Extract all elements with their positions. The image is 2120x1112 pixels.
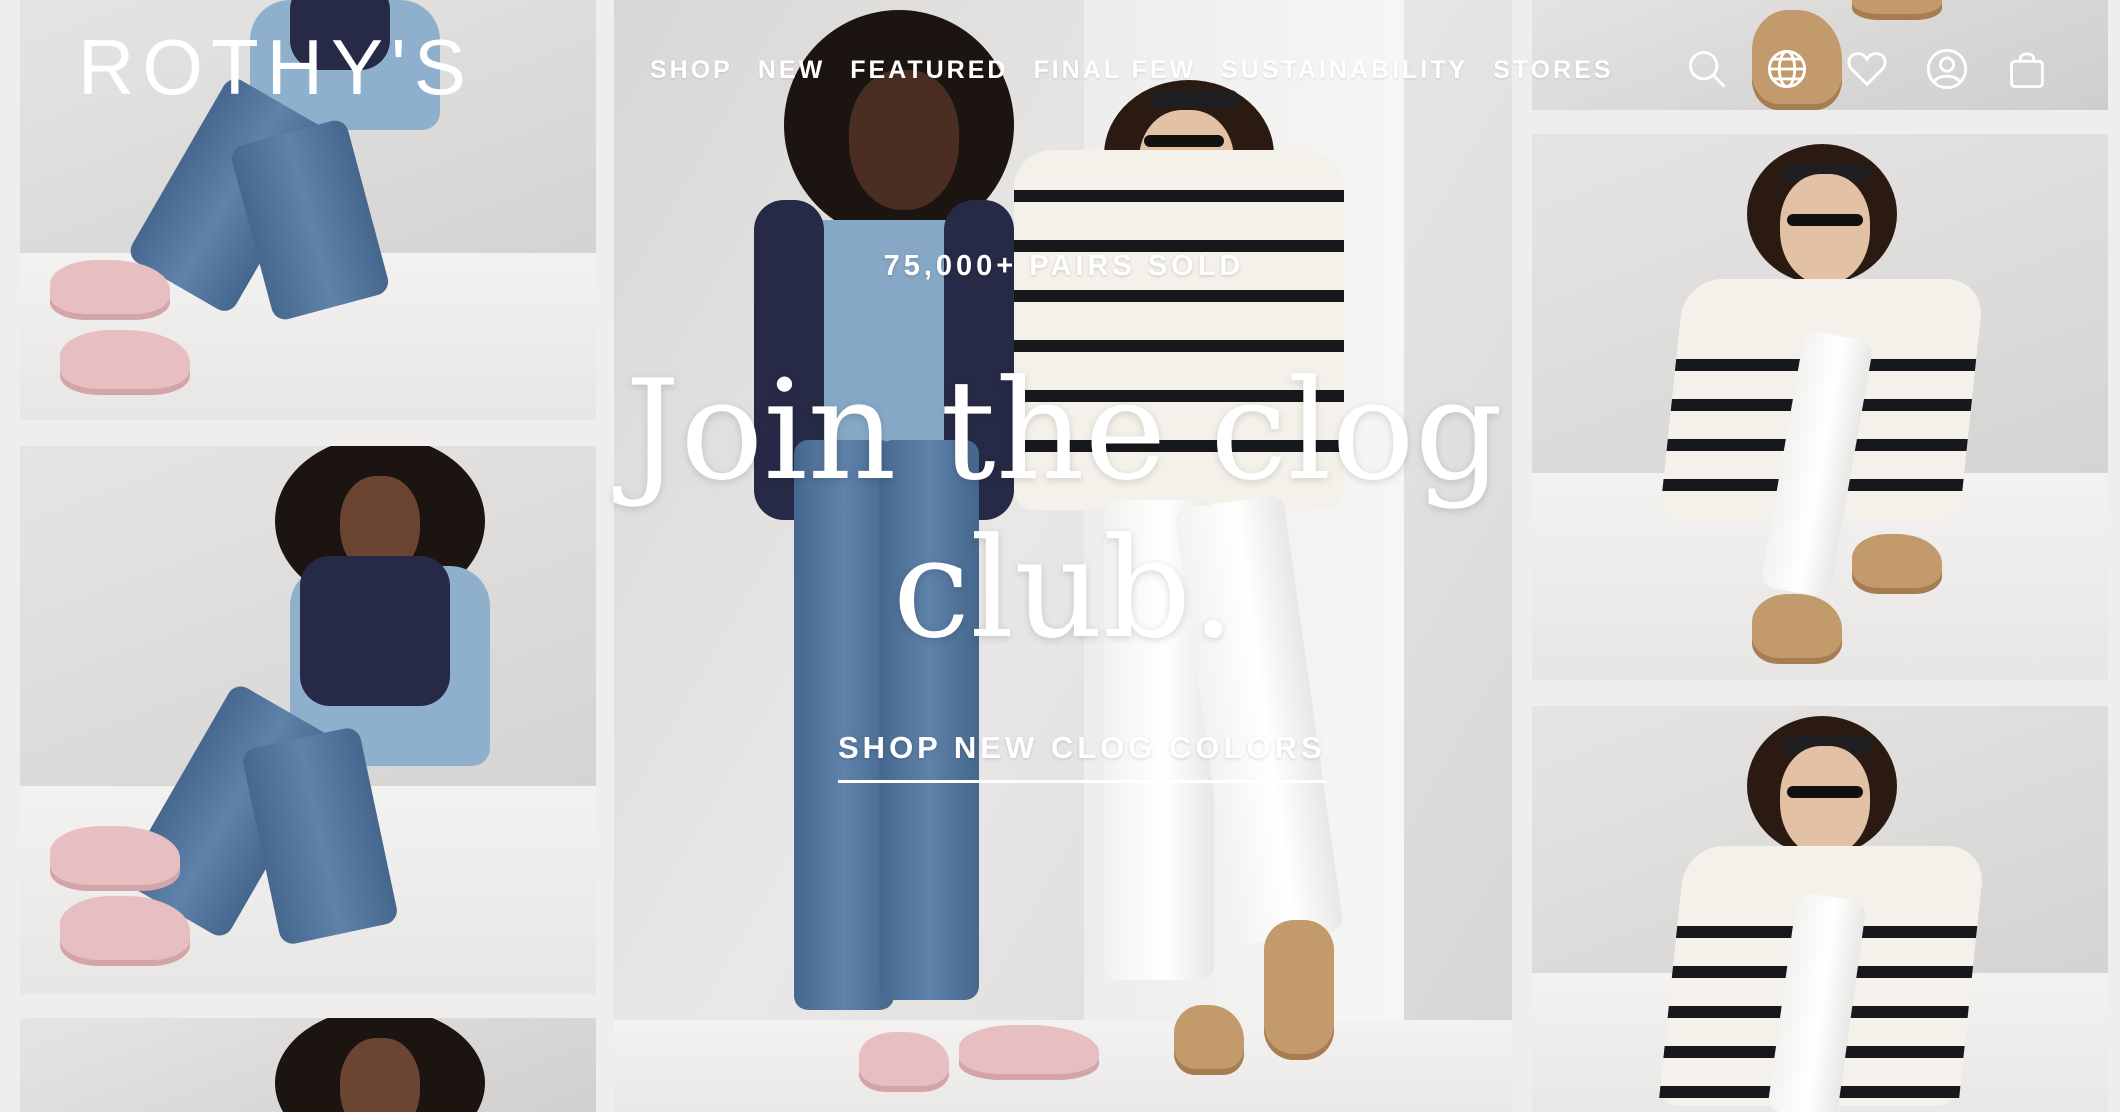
shop-new-clog-colors-link[interactable]: SHOP NEW CLOG COLORS [838, 730, 1326, 783]
pink-clog [60, 330, 190, 395]
hero-title-line-2: club. [892, 508, 1236, 669]
sunglasses [1787, 214, 1863, 226]
photo-tile-left-middle[interactable] [20, 446, 596, 994]
nav-item-sustainability[interactable]: SUSTAINABILITY [1221, 56, 1468, 85]
account-icon[interactable] [1924, 46, 1970, 92]
main-nav: SHOP NEW FEATURED FINAL FEW SUSTAINABILI… [650, 56, 1639, 85]
photo-tile-left-bottom[interactable] [20, 1018, 596, 1112]
hero-title: Join the clog club. [614, 352, 1514, 668]
navy-sweater [300, 556, 450, 706]
photo-tile-right-bottom[interactable] [1532, 706, 2108, 1112]
pink-clog [959, 1025, 1099, 1080]
site-header: ROTHY'S SHOP NEW FEATURED FINAL FEW SUST… [0, 0, 2120, 140]
nav-item-featured[interactable]: FEATURED [850, 56, 1008, 85]
nav-item-shop[interactable]: SHOP [650, 56, 733, 85]
tan-clog [1174, 1005, 1244, 1075]
tan-clog [1264, 920, 1334, 1060]
face [1780, 174, 1870, 284]
nav-item-final-few[interactable]: FINAL FEW [1033, 56, 1196, 85]
tan-clog [1752, 594, 1842, 664]
pink-clog [50, 260, 170, 320]
sunglasses [1787, 786, 1863, 798]
face [1780, 746, 1870, 856]
nav-item-stores[interactable]: STORES [1493, 56, 1613, 85]
hero-title-line-1: Join the clog [625, 350, 1503, 511]
search-icon[interactable] [1684, 46, 1730, 92]
nav-item-new[interactable]: NEW [758, 56, 825, 85]
bag-icon[interactable] [2004, 46, 2050, 92]
pink-clog [50, 826, 180, 891]
hero-eyebrow: 75,000+ PAIRS SOLD [883, 250, 1245, 282]
heart-icon[interactable] [1844, 46, 1890, 92]
brand-logo[interactable]: ROTHY'S [78, 28, 474, 106]
pink-clog [859, 1032, 949, 1092]
pink-clog [60, 896, 190, 966]
header-icons [1684, 46, 2050, 92]
photo-tile-right-middle[interactable] [1532, 134, 2108, 680]
tan-clog [1852, 534, 1942, 594]
globe-icon[interactable] [1764, 46, 1810, 92]
homepage-stage: ROTHY'S SHOP NEW FEATURED FINAL FEW SUST… [0, 0, 2120, 1112]
face [340, 1038, 420, 1112]
